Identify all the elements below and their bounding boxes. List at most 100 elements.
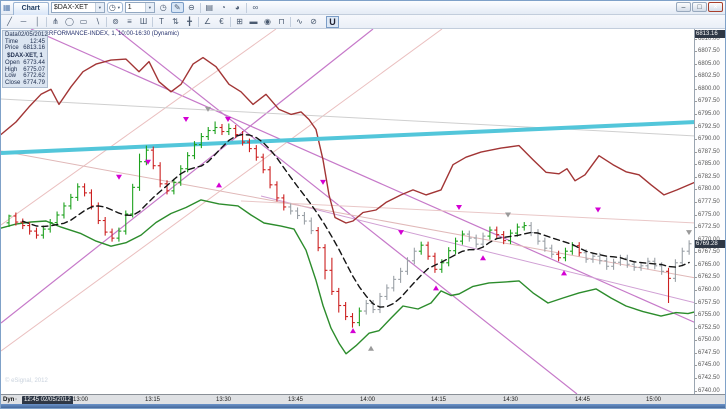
eraser-icon[interactable]: ⊘ xyxy=(307,16,320,27)
price-axis-label: 6767.50 xyxy=(698,249,720,256)
main-toolbar: ▦ Chart $DAX-XET ▼ ◷ ▼ 1 ▼ ◷✎⊖▤◔◕∞ –□× xyxy=(1,1,725,15)
price-axis-label: 6805.00 xyxy=(698,61,720,68)
pitchfork-icon[interactable]: ⋔ xyxy=(49,16,62,27)
price-axis-label: 6762.50 xyxy=(698,274,720,281)
time-axis-label: 13:00 xyxy=(73,397,88,403)
price-axis-label: 6787.50 xyxy=(698,149,720,156)
horizontal-line-icon[interactable]: ─ xyxy=(17,16,30,27)
close-button[interactable]: × xyxy=(708,2,723,12)
price-axis[interactable]: 6813.16 6769.28 6810.006807.506805.00680… xyxy=(694,29,725,394)
buy-signal-marker xyxy=(368,346,374,351)
data-panel-row: Close6774.79 xyxy=(5,80,45,87)
time-frame-button[interactable]: ◷ ▼ xyxy=(107,2,123,13)
maximize-button[interactable]: □ xyxy=(692,2,707,12)
price-axis-label: 6775.00 xyxy=(698,212,720,219)
price-axis-label: 6755.00 xyxy=(698,312,720,319)
interval-combo-value: 1 xyxy=(128,4,145,11)
sell-signal-marker xyxy=(320,180,326,185)
price-axis-label: 6792.50 xyxy=(698,124,720,131)
tab-chart-label: Chart xyxy=(22,5,40,12)
price-axis-label: 6772.50 xyxy=(698,224,720,231)
clock-icon: ◷ xyxy=(109,3,116,12)
chart-window: ▦ Chart $DAX-XET ▼ ◷ ▼ 1 ▼ ◷✎⊖▤◔◕∞ –□× ╱… xyxy=(0,0,726,409)
price-axis-label: 6757.50 xyxy=(698,300,720,307)
time-axis-label: 14:30 xyxy=(503,397,518,403)
data-panel-header: $DAX-XET, 1 xyxy=(5,52,45,61)
brush-icon[interactable]: ∖ xyxy=(91,16,104,27)
sell-signal-marker xyxy=(398,230,404,235)
history-forward-icon[interactable]: ◕ xyxy=(231,2,244,13)
eye-icon[interactable]: ◉ xyxy=(261,16,274,27)
watermark: © eSignal, 2012 xyxy=(5,378,48,384)
price-axis-label: 6747.50 xyxy=(698,350,720,357)
time-axis-label: 13:45 xyxy=(288,397,303,403)
angle-line-icon[interactable]: ∠ xyxy=(201,16,214,27)
buy-signal-marker xyxy=(216,182,222,187)
price-axis-label: 6802.50 xyxy=(698,73,720,80)
toolbar-separator xyxy=(46,17,47,27)
price-chart[interactable] xyxy=(1,29,696,394)
buy-signal-marker xyxy=(480,255,486,260)
parallel-lines-icon[interactable]: ≡ xyxy=(123,16,136,27)
sell-signal-marker xyxy=(686,230,692,235)
sell-signal-marker xyxy=(456,205,462,210)
drawing-toolbar: ╱─│ ⋔◯▭∖ ⊚≡ШT⇅╋ ∠€ ⊞▬◉⊓ ∿⊘ U xyxy=(1,15,725,29)
price-axis-label: 6777.50 xyxy=(698,199,720,206)
last-price-label: 6769.28 xyxy=(695,240,725,248)
toolbar-separator xyxy=(230,17,231,27)
vertical-line-icon[interactable]: │ xyxy=(31,16,44,27)
window-controls: –□× xyxy=(676,2,723,12)
price-axis-label: 6752.50 xyxy=(698,325,720,332)
snapshot-icon[interactable]: ▤ xyxy=(203,2,216,13)
interval-combo[interactable]: 1 ▼ xyxy=(125,2,155,13)
price-axis-label: 6760.00 xyxy=(698,287,720,294)
toolbar-separator xyxy=(246,3,247,13)
price-axis-label: 6780.00 xyxy=(698,186,720,193)
grid-icon[interactable]: ⊞ xyxy=(233,16,246,27)
link-icon[interactable]: ∞ xyxy=(249,2,262,13)
symbol-combo[interactable]: $DAX-XET ▼ xyxy=(51,2,105,13)
pencil-icon[interactable]: ✎ xyxy=(171,2,184,13)
app-icon: ▦ xyxy=(3,4,11,12)
chart-area[interactable]: PERFORMANCE-INDEX, 1, 10:00-16:30 (Dynam… xyxy=(1,29,696,394)
time-frame-icon[interactable]: ◷ xyxy=(157,2,170,13)
price-axis-label: 6745.00 xyxy=(698,362,720,369)
underline-button[interactable]: U xyxy=(326,16,339,28)
time-axis-label: 14:45 xyxy=(575,397,590,403)
chevron-down-icon: ▼ xyxy=(145,3,154,12)
price-axis-label: 6807.50 xyxy=(698,48,720,55)
data-panel: Data02/05/2012Time12:45Price6813.16$DAX-… xyxy=(2,30,48,88)
buy-signal-marker xyxy=(350,328,356,333)
toolbar-separator xyxy=(290,17,291,27)
symbol-combo-value: $DAX-XET xyxy=(54,4,95,11)
text-tool-icon[interactable]: T xyxy=(155,16,168,27)
price-range-icon[interactable]: ⇅ xyxy=(169,16,182,27)
regression-channel-icon[interactable]: Ш xyxy=(137,16,150,27)
panel-icon[interactable]: ▬ xyxy=(247,16,260,27)
main-toolbar-icons: ◷✎⊖ ▤◔◕ ∞ xyxy=(157,2,262,13)
wave-icon[interactable]: ∿ xyxy=(293,16,306,27)
ellipse-icon[interactable]: ◯ xyxy=(63,16,76,27)
axis-scale-icon: ▫ xyxy=(15,397,17,403)
session-label: Dyn xyxy=(3,397,14,403)
history-back-icon[interactable]: ◔ xyxy=(217,2,230,13)
trend-line-icon[interactable]: ╱ xyxy=(3,16,16,27)
price-axis-label: 6785.00 xyxy=(698,161,720,168)
sell-signal-marker xyxy=(116,175,122,180)
marker-icon[interactable]: ╋ xyxy=(183,16,196,27)
price-axis-label: 6795.00 xyxy=(698,111,720,118)
tab-chart[interactable]: Chart xyxy=(13,2,49,15)
minimize-button[interactable]: – xyxy=(676,2,691,12)
currency-icon[interactable]: € xyxy=(215,16,228,27)
rectangle-icon[interactable]: ▭ xyxy=(77,16,90,27)
price-axis-label: 6742.50 xyxy=(698,375,720,382)
channel-icon[interactable]: ⊓ xyxy=(275,16,288,27)
time-axis-label: 14:15 xyxy=(431,397,446,403)
time-axis-label: 14:00 xyxy=(360,397,375,403)
fibonacci-circle-icon[interactable]: ⊚ xyxy=(109,16,122,27)
drawing-tools: ╱─│ ⋔◯▭∖ ⊚≡ШT⇅╋ ∠€ ⊞▬◉⊓ ∿⊘ xyxy=(3,16,320,27)
zoom-out-icon[interactable]: ⊖ xyxy=(185,2,198,13)
buy-signal-marker xyxy=(433,285,439,290)
toolbar-separator xyxy=(200,3,201,13)
cursor-price-label: 6813.16 xyxy=(695,30,725,38)
